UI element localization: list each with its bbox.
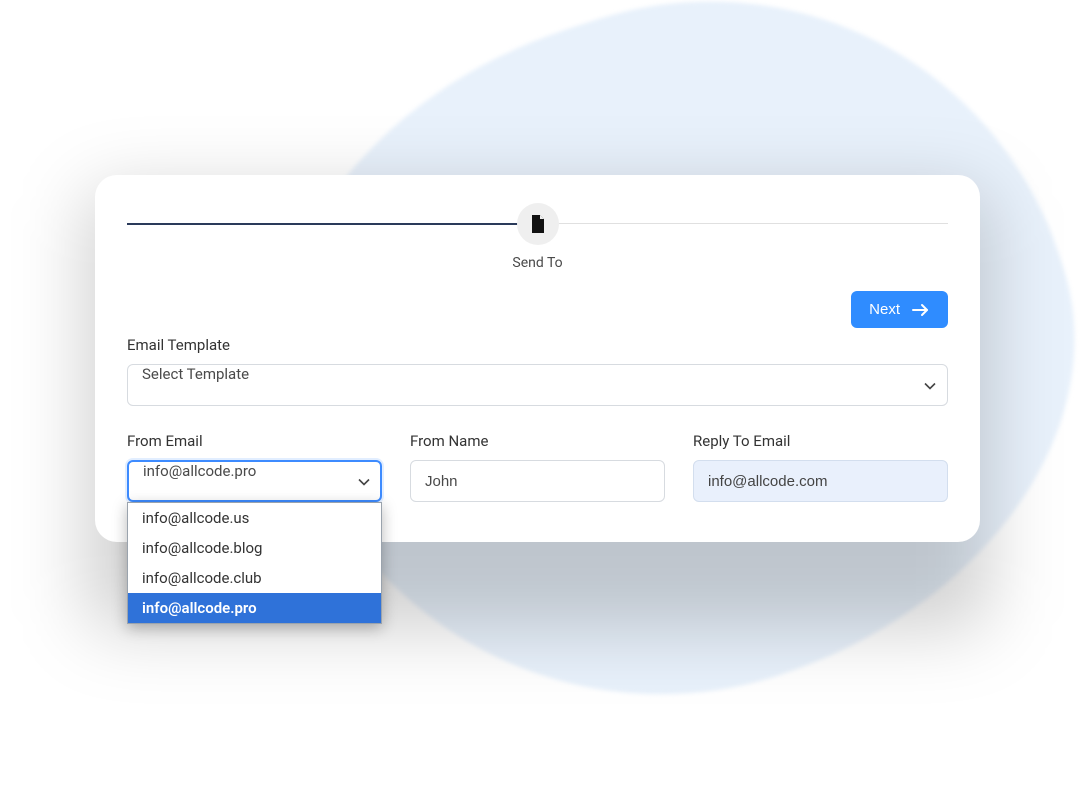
from-email-option[interactable]: info@allcode.club — [128, 563, 381, 593]
reply-to-label: Reply To Email — [693, 432, 948, 450]
from-email-option[interactable]: info@allcode.blog — [128, 533, 381, 563]
from-email-dropdown[interactable]: info@allcode.us info@allcode.blog info@a… — [127, 502, 382, 624]
arrow-right-icon — [912, 303, 930, 317]
from-name-label: From Name — [410, 432, 665, 450]
email-template-field: Email Template Select Template — [127, 336, 948, 406]
from-email-select[interactable]: info@allcode.pro — [127, 460, 382, 502]
from-email-label: From Email — [127, 432, 382, 450]
action-row: Next — [127, 291, 948, 328]
from-name-input[interactable] — [410, 460, 665, 502]
sender-row: From Email info@allcode.pro info@allcode… — [127, 432, 948, 502]
email-template-label: Email Template — [127, 336, 948, 354]
next-button[interactable]: Next — [851, 291, 948, 328]
next-button-label: Next — [869, 301, 900, 318]
from-email-select-wrap: info@allcode.pro — [127, 460, 382, 502]
form-card: Send To Next Email Template Select Templ… — [95, 175, 980, 542]
email-template-select[interactable]: Select Template — [127, 364, 948, 406]
stepper-step-label: Send To — [512, 255, 562, 271]
document-icon — [530, 215, 546, 233]
from-name-field: From Name — [410, 432, 665, 502]
reply-to-field: Reply To Email — [693, 432, 948, 502]
stepper: Send To — [127, 183, 948, 283]
email-template-select-wrap: Select Template — [127, 364, 948, 406]
stepper-line-active — [127, 223, 538, 225]
from-email-field: From Email info@allcode.pro info@allcode… — [127, 432, 382, 502]
stepper-step-send-to[interactable] — [517, 203, 559, 245]
from-email-option[interactable]: info@allcode.us — [128, 503, 381, 533]
reply-to-input[interactable] — [693, 460, 948, 502]
from-email-option-selected[interactable]: info@allcode.pro — [128, 593, 381, 623]
